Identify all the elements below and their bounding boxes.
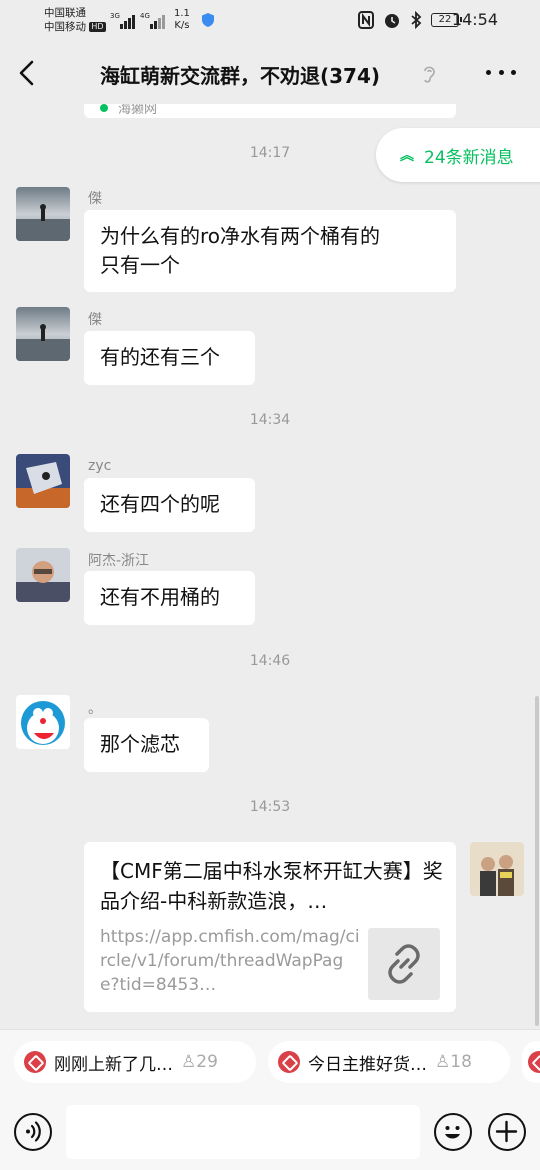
plus-button[interactable]	[488, 1113, 526, 1151]
carrier-2: 中国移动	[44, 21, 86, 33]
sender-name: 傑	[88, 312, 102, 328]
message-bubble[interactable]: 为什么有的ro净水有两个桶有的 只有一个	[84, 210, 456, 292]
nfc-icon	[358, 11, 374, 29]
link-url: https://app.cmfish.com/mag/circle/v1/for…	[100, 927, 360, 995]
avatar[interactable]	[16, 307, 70, 361]
user-count: ♙18	[435, 1052, 472, 1072]
more-options-button[interactable]	[486, 70, 516, 78]
timestamp: 14:53	[249, 799, 291, 815]
double-chevron-up-icon: ︽	[400, 148, 414, 164]
avatar[interactable]	[16, 695, 70, 749]
plus-icon	[495, 1120, 518, 1143]
ear-icon	[424, 66, 435, 83]
avatar[interactable]	[16, 548, 70, 602]
timestamp: 14:34	[249, 412, 291, 428]
message-bubble[interactable]: 还有四个的呢	[84, 478, 255, 532]
chat-header: 海缸萌新交流群，不劝退(374)	[0, 42, 540, 104]
more-dots-icon	[486, 70, 491, 75]
svg-text:4G: 4G	[140, 12, 150, 20]
person-icon: ♙	[181, 1052, 197, 1072]
mini-program-icon	[528, 1051, 540, 1073]
message-bubble[interactable]: 那个滤芯	[84, 718, 209, 772]
sender-name: zyc	[88, 458, 112, 474]
alarm-icon	[385, 14, 399, 28]
mini-program-icon	[278, 1051, 300, 1073]
suggestion-bar: 刚刚上新了几… ♙29 今日主推好货… ♙18	[0, 1029, 540, 1093]
previous-message-text: 海獭网	[118, 104, 158, 117]
person-icon: ♙	[435, 1052, 451, 1072]
message-input[interactable]	[66, 1105, 420, 1159]
link-icon	[388, 944, 420, 984]
message-bubble[interactable]: 还有不用桶的	[84, 571, 255, 625]
scrollbar[interactable]	[535, 696, 539, 1026]
signal-icon: 3G	[110, 12, 135, 29]
emoji-button[interactable]	[434, 1113, 472, 1151]
emoji-icon	[445, 1126, 460, 1139]
message-list[interactable]: 海獭网 14:17 ︽ 24条新消息 傑 为什么有的ro净水有两个桶有的 只有一…	[0, 104, 540, 1029]
previous-message-bubble[interactable]: 海獭网	[84, 104, 456, 118]
suggestion-chip-partial[interactable]	[522, 1041, 540, 1083]
link-card-message[interactable]: 【CMF第二届中科水泵杯开缸大赛】奖品介绍-中科新款造浪，… https://a…	[84, 842, 456, 1012]
status-bar: 中国联通 中国移动 HD 3G 4G 1.1 K/s 22 14:54	[0, 0, 540, 42]
green-dot-icon	[100, 104, 108, 112]
mini-program-icon	[24, 1051, 46, 1073]
bluetooth-icon	[411, 11, 422, 29]
my-avatar[interactable]	[470, 842, 524, 896]
sender-name: 。	[88, 701, 102, 717]
avatar[interactable]	[16, 187, 70, 241]
link-thumbnail	[368, 928, 440, 1000]
new-messages-button[interactable]: ︽ 24条新消息	[376, 128, 540, 182]
carrier-1: 中国联通	[44, 7, 86, 19]
back-button[interactable]	[14, 58, 40, 88]
signal-icon-2: 4G	[140, 12, 165, 29]
user-count: ♙29	[181, 1052, 218, 1072]
voice-button[interactable]	[14, 1113, 52, 1151]
input-bar	[0, 1093, 540, 1170]
voice-icon	[26, 1121, 41, 1142]
sender-name: 阿杰-浙江	[88, 553, 150, 569]
chat-title: 海缸萌新交流群，不劝退(374)	[100, 64, 381, 88]
avatar[interactable]	[16, 454, 70, 508]
hd-badge: HD	[89, 22, 106, 32]
suggestion-chip[interactable]: 刚刚上新了几… ♙29	[14, 1041, 256, 1083]
suggestion-chip[interactable]: 今日主推好货… ♙18	[268, 1041, 510, 1083]
link-title: 【CMF第二届中科水泵杯开缸大赛】奖品介绍-中科新款造浪，…	[100, 859, 443, 913]
shield-icon	[202, 13, 214, 27]
net-speed: 1.1 K/s	[174, 8, 190, 31]
sender-name: 傑	[88, 191, 102, 207]
timestamp: 14:46	[249, 653, 291, 669]
status-time: 14:54	[451, 10, 498, 29]
message-bubble[interactable]: 有的还有三个	[84, 331, 255, 385]
svg-text:3G: 3G	[110, 12, 120, 20]
carrier-info: 中国联通 中国移动 HD	[44, 6, 106, 34]
